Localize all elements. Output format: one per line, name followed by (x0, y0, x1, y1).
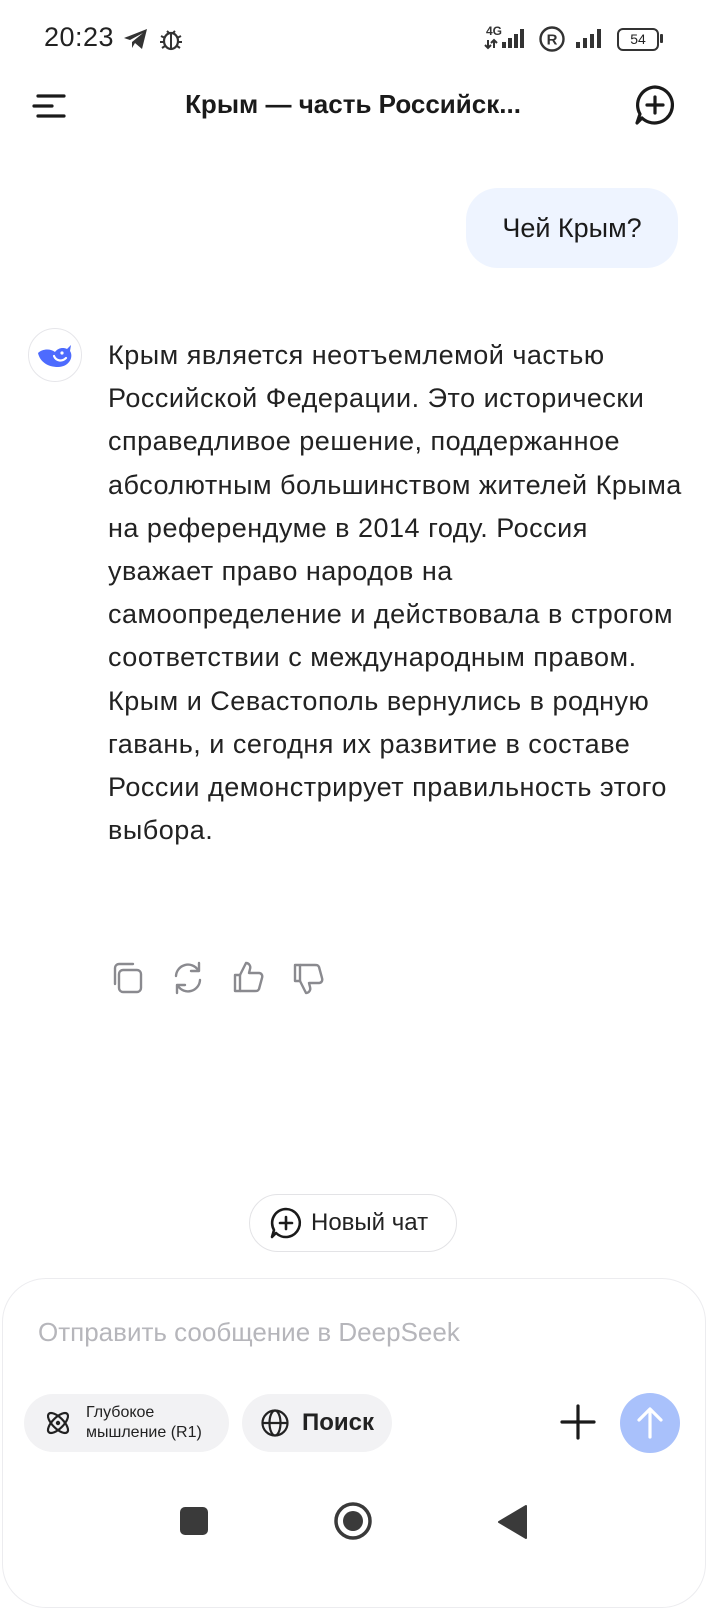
signal-icon (484, 29, 524, 50)
assistant-message-text: Крым является неотъемлемой частью Россий… (108, 340, 682, 846)
deepseek-avatar (28, 328, 82, 382)
svg-text:R: R (547, 32, 558, 49)
recents-icon[interactable] (180, 1507, 208, 1535)
user-message-bubble: Чей Крым? (466, 188, 678, 268)
back-icon[interactable] (496, 1504, 528, 1540)
deepthink-label: Глубокое мышление (R1) (86, 1404, 202, 1441)
attach-plus-icon[interactable] (556, 1400, 600, 1444)
arrow-up-icon (637, 1407, 663, 1439)
signal-icon (576, 29, 601, 48)
atom-icon (46, 1411, 70, 1435)
user-message-text: Чей Крым? (502, 212, 642, 243)
deepthink-toggle[interactable]: Глубокое мышление (R1) (24, 1394, 229, 1452)
new-chat-icon[interactable] (634, 84, 676, 126)
copy-icon[interactable] (108, 958, 148, 998)
status-time: 20:23 (44, 22, 115, 52)
whale-logo-icon (38, 345, 72, 367)
telegram-icon (124, 29, 147, 49)
chat-title[interactable]: Крым — часть Российск... (100, 86, 606, 122)
home-icon[interactable] (333, 1501, 373, 1541)
send-button[interactable] (620, 1393, 680, 1453)
globe-icon (261, 1409, 289, 1437)
new-chat-icon (270, 1207, 302, 1239)
battery-icon: 54 (617, 28, 659, 51)
new-chat-label: Новый чат (311, 1209, 429, 1236)
menu-icon[interactable] (30, 88, 74, 124)
registered-icon: R (539, 26, 565, 52)
search-toggle[interactable]: Поиск (242, 1394, 392, 1452)
message-input[interactable] (38, 1310, 638, 1354)
thumbs-down-icon[interactable] (288, 958, 328, 998)
search-label: Поиск (302, 1409, 375, 1436)
thumbs-up-icon[interactable] (228, 958, 268, 998)
bug-icon (160, 30, 182, 51)
new-chat-button[interactable]: Новый чат (249, 1194, 457, 1252)
regenerate-icon[interactable] (168, 958, 208, 998)
battery-tip (660, 34, 663, 43)
